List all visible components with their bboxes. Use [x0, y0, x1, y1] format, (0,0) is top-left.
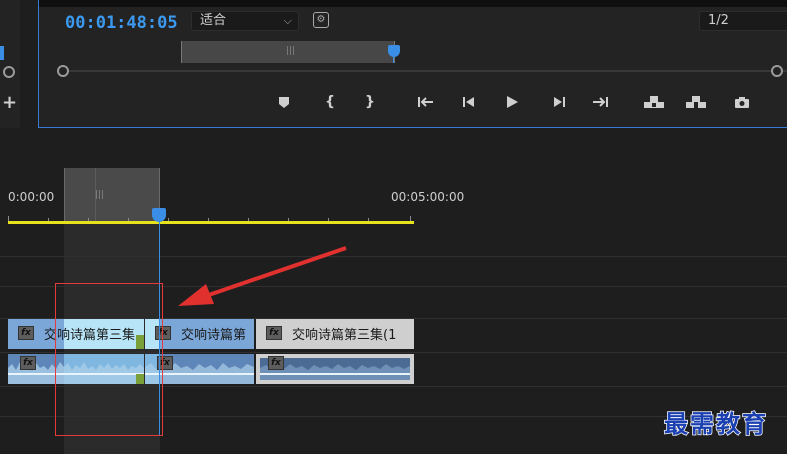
- step-forward-icon: [554, 97, 565, 107]
- ruler-start-timecode: 0:00:00: [8, 190, 55, 204]
- chevron-down-icon: ⌵: [283, 14, 292, 27]
- grip-icon: |||: [286, 46, 296, 56]
- highlight-annotation-box: [55, 283, 163, 436]
- ruler-mark-timecode: 00:05:00:00: [391, 190, 465, 204]
- track-divider: [0, 256, 787, 257]
- lift-button[interactable]: [643, 91, 665, 113]
- annotation-arrow-icon: [178, 246, 347, 306]
- grip-icon: |||: [95, 190, 105, 200]
- playhead-timecode[interactable]: 00:01:48:05: [65, 13, 178, 33]
- lift-icon: [644, 96, 664, 108]
- step-back-button[interactable]: [459, 91, 481, 113]
- settings-wrench-icon[interactable]: ⚙: [313, 12, 329, 28]
- monitor-in-out-range[interactable]: |||: [181, 41, 395, 63]
- zoom-fit-label: 适合: [200, 13, 227, 28]
- go-to-out-button[interactable]: [589, 91, 611, 113]
- extract-icon: [686, 96, 706, 108]
- export-frame-button[interactable]: [731, 91, 753, 113]
- fx-badge-icon[interactable]: fx: [20, 356, 36, 370]
- video-clip[interactable]: fx 交响诗篇第三集(1: [256, 319, 414, 349]
- camera-icon: [735, 96, 749, 108]
- mark-out-icon: }: [365, 94, 375, 110]
- zoom-scroll-left-handle[interactable]: [57, 65, 69, 77]
- monitor-playhead-line: [393, 57, 394, 63]
- program-monitor: 00:01:48:05 适合 ⌵ ⚙ 1/2 ||| { }: [38, 0, 787, 128]
- monitor-playhead-icon[interactable]: [388, 45, 400, 57]
- extract-button[interactable]: [685, 91, 707, 113]
- step-back-icon: [463, 97, 474, 107]
- zoom-scrollbar-track[interactable]: [63, 70, 787, 72]
- left-panel-strip: +: [0, 0, 20, 128]
- fx-badge-icon[interactable]: fx: [268, 356, 284, 370]
- watermark-logo: 最需教育: [663, 408, 768, 439]
- zoom-fit-select[interactable]: 适合 ⌵: [191, 11, 299, 31]
- transport-controls: { }: [39, 91, 787, 113]
- zoom-handle-icon[interactable]: [3, 66, 15, 78]
- clip-label: 交响诗篇第: [181, 328, 247, 343]
- play-icon: [507, 96, 518, 108]
- go-to-in-button[interactable]: [415, 91, 437, 113]
- mark-out-button[interactable]: }: [359, 91, 381, 113]
- audio-clip[interactable]: fx: [256, 354, 414, 384]
- zoom-scroll-right-handle[interactable]: [771, 65, 783, 77]
- source-playhead-marker[interactable]: [0, 46, 4, 60]
- play-button[interactable]: [501, 91, 523, 113]
- marker-icon: [279, 96, 289, 108]
- go-to-out-icon: [593, 97, 608, 107]
- step-forward-button[interactable]: [547, 91, 569, 113]
- go-to-in-icon: [418, 97, 433, 107]
- fx-badge-icon[interactable]: fx: [266, 326, 282, 340]
- mark-in-icon: {: [325, 94, 335, 110]
- add-marker-button[interactable]: [273, 91, 295, 113]
- monitor-video-area: [39, 0, 787, 7]
- clip-label: 交响诗篇第三集(1: [292, 328, 397, 343]
- playback-resolution-select[interactable]: 1/2: [699, 11, 787, 31]
- mark-in-button[interactable]: {: [319, 91, 341, 113]
- resolution-label: 1/2: [708, 13, 729, 28]
- add-button-icon[interactable]: +: [2, 94, 17, 112]
- fx-badge-icon[interactable]: fx: [18, 326, 34, 340]
